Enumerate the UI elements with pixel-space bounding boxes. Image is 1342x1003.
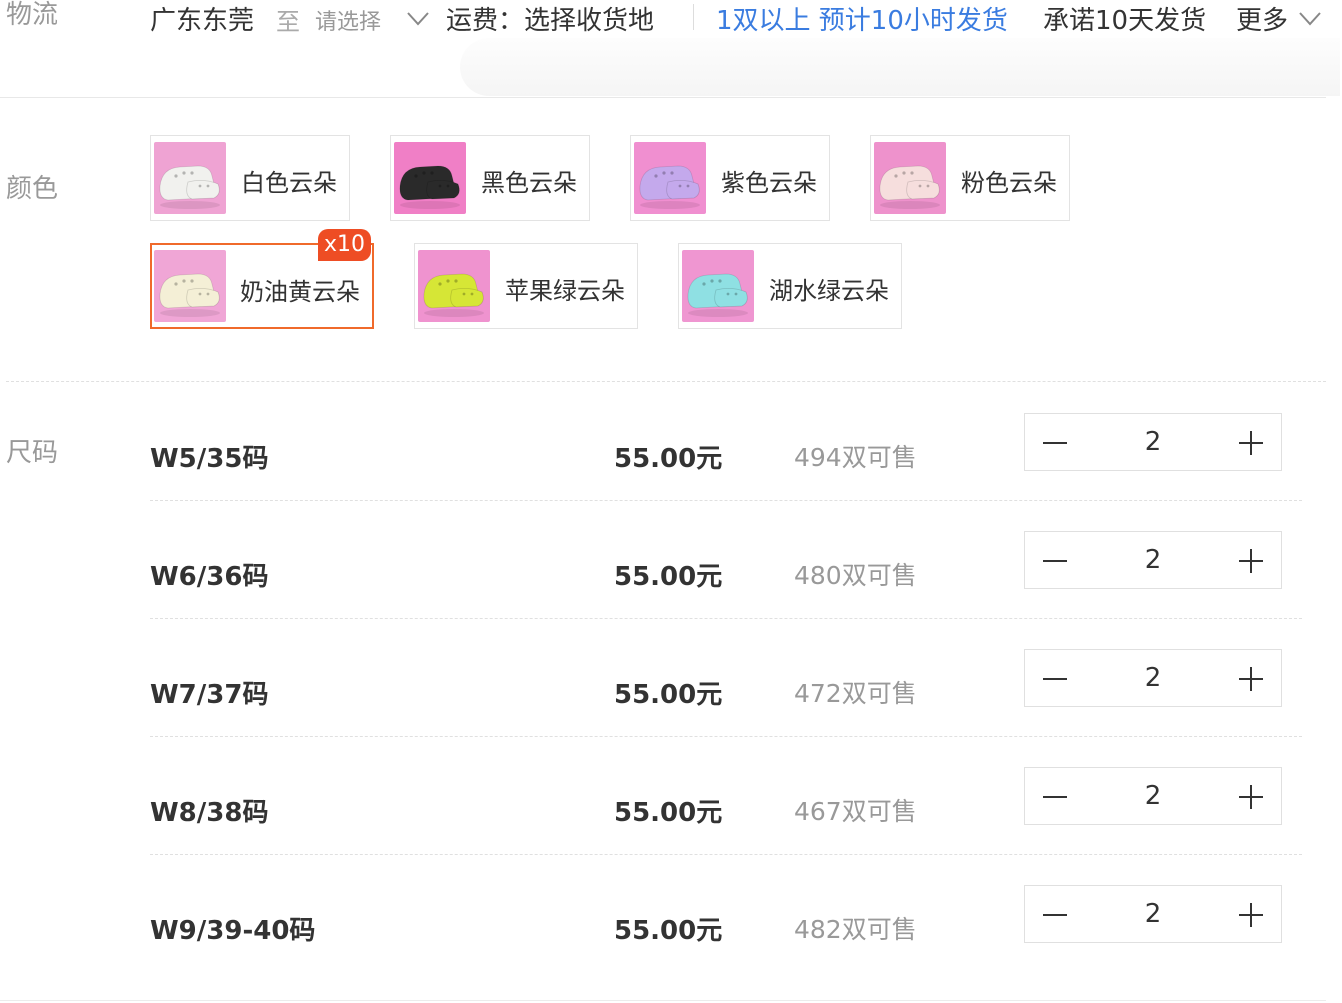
plus-icon[interactable]: [1237, 900, 1265, 928]
logistics-label: 物流: [6, 0, 59, 30]
row-divider: [150, 500, 1302, 501]
stock-count: 482双可售: [794, 915, 917, 944]
product-thumbnail: [874, 142, 946, 214]
to-label: 至: [276, 8, 300, 36]
divider: [0, 97, 1326, 98]
minus-icon[interactable]: [1041, 546, 1069, 574]
color-option-label: 黑色云朵: [481, 169, 577, 197]
color-option-label: 湖水绿云朵: [769, 277, 889, 305]
color-option[interactable]: 奶油黄云朵 x10: [150, 229, 374, 329]
more-chevron-down-icon[interactable]: [1296, 5, 1324, 31]
unit-price: 55.00元: [614, 444, 723, 474]
size-name: W7/37码: [150, 680, 269, 710]
row-divider: [150, 618, 1302, 619]
quantity-input[interactable]: [1105, 420, 1201, 464]
product-thumbnail: [682, 250, 754, 322]
quantity-input[interactable]: [1105, 774, 1201, 818]
color-option-label: 紫色云朵: [721, 169, 817, 197]
size-row: W6/36码 55.00元 480双可售: [150, 531, 1302, 649]
size-row: W9/39-40码 55.00元 482双可售: [150, 885, 1302, 1003]
plus-icon[interactable]: [1237, 546, 1265, 574]
minus-icon[interactable]: [1041, 900, 1069, 928]
shadow-overlay: [460, 38, 1340, 96]
quantity-stepper: [1024, 649, 1282, 707]
minus-icon[interactable]: [1041, 428, 1069, 456]
color-option[interactable]: 粉色云朵: [870, 135, 1070, 221]
size-row: W5/35码 55.00元 494双可售: [150, 413, 1302, 531]
unit-price: 55.00元: [614, 798, 723, 828]
chevron-down-icon[interactable]: [404, 5, 432, 31]
stock-count: 467双可售: [794, 797, 917, 826]
minus-icon[interactable]: [1041, 782, 1069, 810]
ship-from-location: 广东东莞: [150, 6, 255, 36]
stock-count: 472双可售: [794, 679, 917, 708]
plus-icon[interactable]: [1237, 782, 1265, 810]
shipping-fee-text: 运费：选择收货地: [446, 6, 655, 36]
size-name: W9/39-40码: [150, 916, 316, 946]
size-name: W6/36码: [150, 562, 269, 592]
size-name: W5/35码: [150, 444, 269, 474]
separator: [693, 4, 694, 30]
color-option[interactable]: 紫色云朵: [630, 135, 830, 221]
color-option[interactable]: 黑色云朵: [390, 135, 590, 221]
unit-price: 55.00元: [614, 680, 723, 710]
quantity-input[interactable]: [1105, 656, 1201, 700]
delivery-promise-text: 承诺10天发货: [1043, 6, 1207, 36]
destination-select[interactable]: 请选择: [315, 4, 381, 36]
quantity-stepper: [1024, 413, 1282, 471]
color-option[interactable]: 苹果绿云朵: [414, 243, 638, 329]
row-divider: [150, 854, 1302, 855]
minus-icon[interactable]: [1041, 664, 1069, 692]
color-option-label: 苹果绿云朵: [505, 277, 625, 305]
unit-price: 55.00元: [614, 916, 723, 946]
size-name: W8/38码: [150, 798, 269, 828]
plus-icon[interactable]: [1237, 428, 1265, 456]
size-row: W8/38码 55.00元 467双可售: [150, 767, 1302, 885]
unit-price: 55.00元: [614, 562, 723, 592]
quantity-input[interactable]: [1105, 538, 1201, 582]
quantity-stepper: [1024, 885, 1282, 943]
row-divider: [150, 736, 1302, 737]
more-button[interactable]: 更多: [1236, 0, 1288, 37]
product-thumbnail: [154, 250, 226, 322]
plus-icon[interactable]: [1237, 664, 1265, 692]
product-thumbnail: [418, 250, 490, 322]
color-option-label: 白色云朵: [241, 169, 337, 197]
color-option[interactable]: 白色云朵: [150, 135, 350, 221]
quantity-badge: x10: [317, 229, 371, 261]
color-option-label: 奶油黄云朵: [240, 278, 360, 306]
quantity-input[interactable]: [1105, 892, 1201, 936]
color-label: 颜色: [6, 174, 59, 204]
stock-count: 480双可售: [794, 561, 917, 590]
color-option[interactable]: 湖水绿云朵: [678, 243, 902, 329]
divider: [0, 1000, 1326, 1001]
product-thumbnail: [394, 142, 466, 214]
size-row: W7/37码 55.00元 472双可售: [150, 649, 1302, 767]
product-thumbnail: [154, 142, 226, 214]
color-option-label: 粉色云朵: [961, 169, 1057, 197]
divider: [6, 381, 1326, 382]
product-thumbnail: [634, 142, 706, 214]
size-label: 尺码: [6, 438, 59, 468]
quantity-stepper: [1024, 531, 1282, 589]
delivery-estimate-link[interactable]: 1双以上 预计10小时发货: [716, 0, 1008, 37]
quantity-stepper: [1024, 767, 1282, 825]
stock-count: 494双可售: [794, 443, 917, 472]
